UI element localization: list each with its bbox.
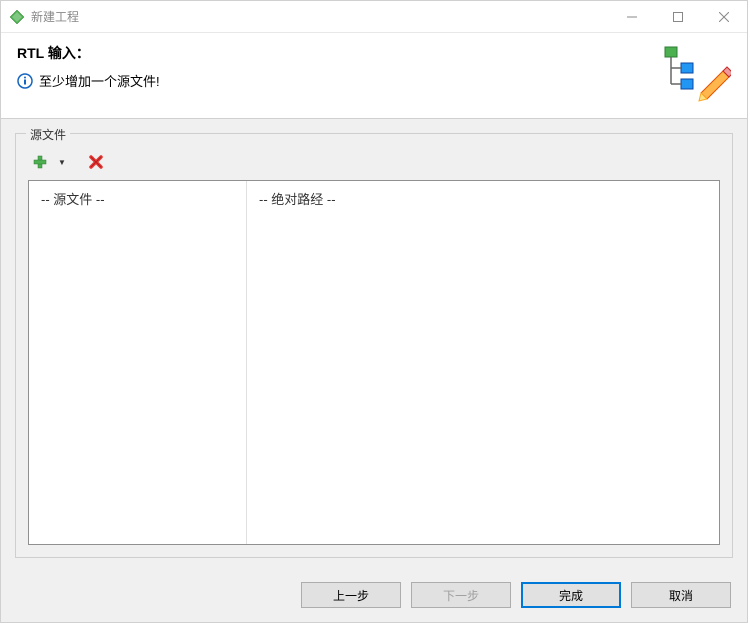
window-title: 新建工程	[31, 8, 609, 25]
cancel-button[interactable]: 取消	[631, 582, 731, 608]
column-source-header: -- 源文件 --	[29, 181, 247, 544]
finish-button[interactable]: 完成	[521, 582, 621, 608]
delete-button[interactable]	[86, 152, 106, 172]
toolbar: ▼	[28, 148, 720, 180]
source-files-table[interactable]: -- 源文件 -- -- 绝对路经 --	[28, 180, 720, 545]
add-dropdown-arrow[interactable]: ▼	[58, 158, 66, 167]
close-button[interactable]	[701, 1, 747, 32]
dialog-header: RTL 输入： 至少增加一个源文件!	[1, 33, 747, 119]
dialog-footer: 上一步 下一步 完成 取消	[1, 572, 747, 622]
add-button[interactable]	[30, 152, 50, 172]
header-message-text: 至少增加一个源文件!	[39, 71, 160, 90]
app-icon	[9, 9, 25, 25]
header-title: RTL 输入：	[17, 43, 661, 63]
dialog-window: 新建工程 RTL 输入：	[0, 0, 748, 623]
header-graphic-icon	[661, 43, 731, 106]
title-bar: 新建工程	[1, 1, 747, 33]
source-files-group: 源文件 ▼ -- 源文件 --	[15, 133, 733, 558]
group-label: 源文件	[26, 126, 70, 143]
info-icon	[17, 73, 33, 89]
column-path-header: -- 绝对路经 --	[247, 181, 719, 544]
back-button[interactable]: 上一步	[301, 582, 401, 608]
header-message-row: 至少增加一个源文件!	[17, 71, 661, 90]
minimize-button[interactable]	[609, 1, 655, 32]
maximize-button[interactable]	[655, 1, 701, 32]
window-controls	[609, 1, 747, 32]
next-button[interactable]: 下一步	[411, 582, 511, 608]
content-area: 源文件 ▼ -- 源文件 --	[1, 119, 747, 572]
